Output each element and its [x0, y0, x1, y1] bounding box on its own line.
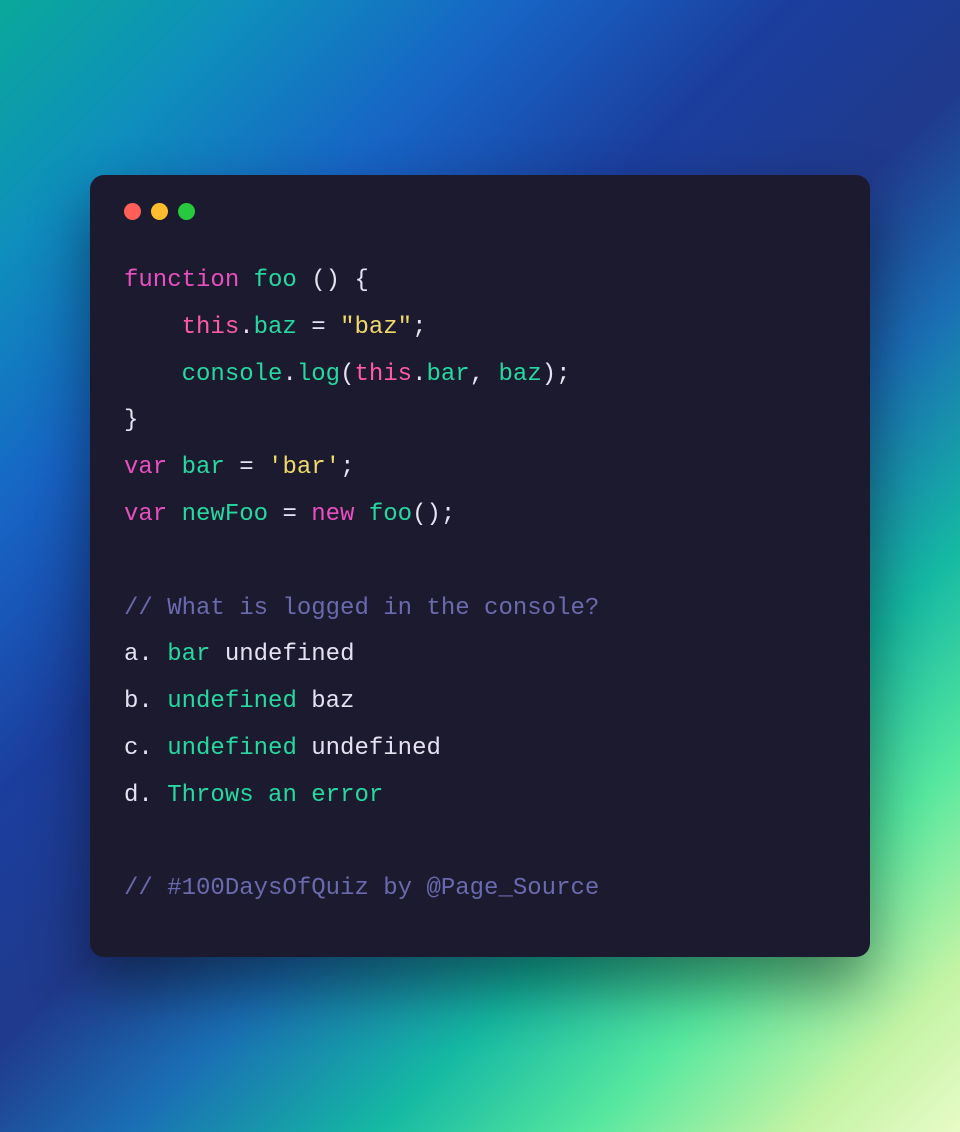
answer-text: error	[311, 782, 383, 809]
punct: () {	[297, 267, 369, 294]
maximize-icon[interactable]	[178, 203, 195, 220]
code-block: function foo () { this.baz = "baz"; cons…	[124, 258, 836, 913]
punct: =	[297, 314, 340, 341]
function-name: foo	[254, 267, 297, 294]
punct: .	[412, 361, 426, 388]
answer-text: baz	[311, 688, 354, 715]
punct: }	[124, 407, 138, 434]
punct: .	[138, 688, 167, 715]
punct: =	[239, 454, 268, 481]
keyword-function: function	[124, 267, 239, 294]
punct: ();	[412, 501, 455, 528]
string-literal: 'bar'	[268, 454, 340, 481]
space	[354, 501, 368, 528]
punct: =	[282, 501, 311, 528]
punct: ;	[412, 314, 426, 341]
answer-text: undefined	[311, 735, 441, 762]
punct: .	[138, 641, 167, 668]
log-method: log	[297, 361, 340, 388]
space	[297, 735, 311, 762]
identifier: baz	[499, 361, 542, 388]
indent	[124, 314, 182, 341]
answer-text: undefined	[167, 735, 297, 762]
answer-text: Throws	[167, 782, 253, 809]
punct: .	[239, 314, 253, 341]
answer-text: an	[268, 782, 297, 809]
code-line-5: var bar = 'bar';	[124, 454, 354, 481]
property: bar	[426, 361, 469, 388]
question-comment: // What is logged in the console?	[124, 595, 599, 622]
keyword-var: var	[124, 454, 167, 481]
close-icon[interactable]	[124, 203, 141, 220]
answer-b: b. undefined baz	[124, 688, 354, 715]
minimize-icon[interactable]	[151, 203, 168, 220]
punct: (	[340, 361, 354, 388]
answer-text: undefined	[225, 641, 355, 668]
answer-c: c. undefined undefined	[124, 735, 441, 762]
answer-letter: d	[124, 782, 138, 809]
console-object: console	[182, 361, 283, 388]
answer-letter: c	[124, 735, 138, 762]
keyword-new: new	[311, 501, 354, 528]
code-line-3: console.log(this.bar, baz);	[124, 361, 571, 388]
code-window: function foo () { this.baz = "baz"; cons…	[90, 175, 870, 957]
punct: .	[138, 782, 167, 809]
code-line-6: var newFoo = new foo();	[124, 501, 455, 528]
window-titlebar	[124, 203, 836, 220]
answer-letter: b	[124, 688, 138, 715]
space	[297, 782, 311, 809]
code-line-1: function foo () {	[124, 267, 369, 294]
code-line-2: this.baz = "baz";	[124, 314, 426, 341]
answer-d: d. Throws an error	[124, 782, 383, 809]
property: baz	[254, 314, 297, 341]
punct: ;	[340, 454, 354, 481]
answer-text: bar	[167, 641, 210, 668]
constructor-name: foo	[369, 501, 412, 528]
answer-letter: a	[124, 641, 138, 668]
space	[254, 782, 268, 809]
indent	[124, 361, 182, 388]
identifier: bar	[167, 454, 239, 481]
identifier: newFoo	[167, 501, 282, 528]
punct: .	[282, 361, 296, 388]
punct: );	[542, 361, 571, 388]
punct: .	[138, 735, 167, 762]
space	[210, 641, 224, 668]
punct: ,	[470, 361, 499, 388]
code-line-4: }	[124, 407, 138, 434]
keyword-var: var	[124, 501, 167, 528]
answer-text: undefined	[167, 688, 297, 715]
footer-comment: // #100DaysOfQuiz by @Page_Source	[124, 875, 599, 902]
space	[297, 688, 311, 715]
answer-a: a. bar undefined	[124, 641, 354, 668]
this-keyword: this	[182, 314, 240, 341]
string-literal: "baz"	[340, 314, 412, 341]
this-keyword: this	[354, 361, 412, 388]
